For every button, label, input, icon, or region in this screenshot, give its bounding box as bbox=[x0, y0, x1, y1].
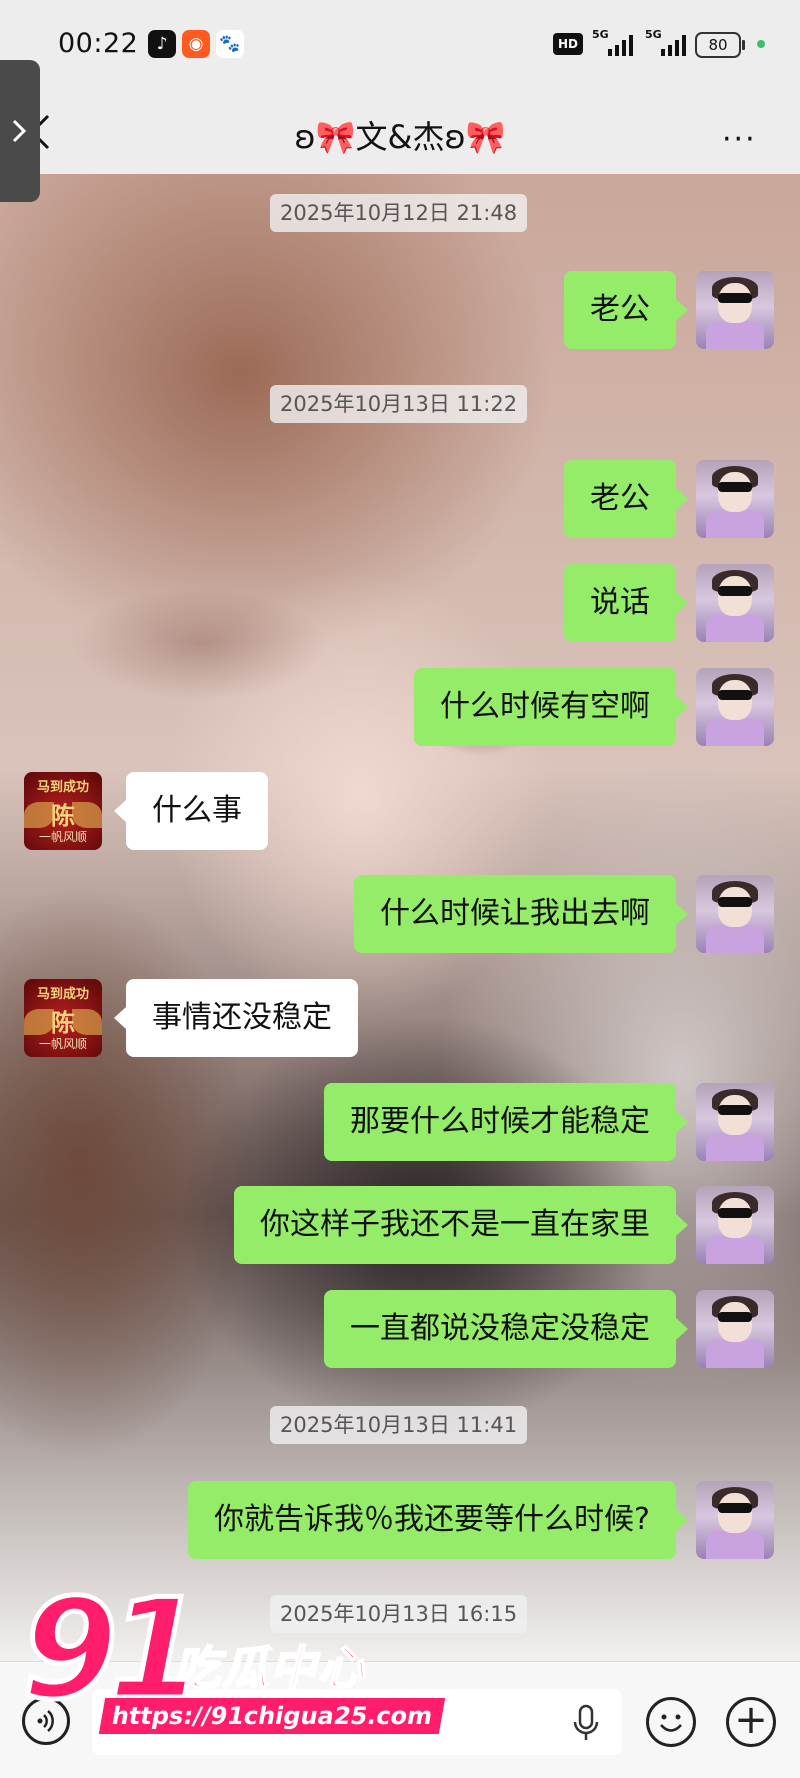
more-options-button[interactable]: ··· bbox=[722, 122, 757, 157]
avatar-text-top: 马到成功 bbox=[36, 780, 89, 795]
signal-bars-1-icon bbox=[608, 34, 633, 56]
douyin-icon: ♪ bbox=[148, 30, 176, 58]
avatar-text-bottom: 一帆风顺 bbox=[38, 830, 87, 844]
plus-button[interactable]: + bbox=[726, 1697, 776, 1747]
message-bubble-sent[interactable]: 你就告诉我％我还要等什么时候? bbox=[188, 1481, 688, 1559]
signal-label-2: 5G bbox=[645, 28, 662, 41]
message-bubble-sent[interactable]: 你这样子我还不是一直在家里 bbox=[234, 1186, 688, 1264]
message-bubble-sent[interactable]: 什么时候有空啊 bbox=[414, 668, 688, 746]
side-back-tab[interactable] bbox=[0, 60, 40, 202]
my-avatar[interactable] bbox=[696, 1083, 774, 1161]
message-bubble-sent[interactable]: 老公 bbox=[564, 271, 688, 349]
avatar-text-bottom: 一帆风顺 bbox=[38, 1037, 87, 1051]
chat-header: ʚ🎀文&杰ʚ🎀 ··· bbox=[0, 92, 800, 174]
site-watermark: 91 吃瓜中心 https://91chigua25.com bbox=[19, 1577, 446, 1740]
avatar-text-middle: 陈 bbox=[51, 1009, 75, 1037]
message-bubble-received[interactable]: 什么事 bbox=[114, 772, 268, 850]
my-avatar[interactable] bbox=[696, 271, 774, 349]
watermark-url: https://91chigua25.com bbox=[98, 1698, 446, 1734]
chat-title: ʚ🎀文&杰ʚ🎀 bbox=[294, 118, 506, 156]
chat-area[interactable]: 2025年10月12日 21:48 老公 2025年10月13日 11:22 老… bbox=[0, 174, 800, 1661]
timestamp: 2025年10月13日 11:22 bbox=[270, 385, 528, 423]
message-bubble-sent[interactable]: 说话 bbox=[564, 564, 688, 642]
status-bar: 00:22 ♪ ◉ 🐾 HD 5G 5G 80 bbox=[0, 0, 800, 92]
emoji-icon[interactable] bbox=[646, 1697, 696, 1747]
hd-badge: HD bbox=[553, 33, 583, 55]
kuaishou-icon: ◉ bbox=[182, 30, 210, 58]
baidu-icon: 🐾 bbox=[216, 30, 244, 58]
contact-avatar[interactable]: 马到成功 陈 一帆风顺 bbox=[24, 772, 102, 850]
my-avatar[interactable] bbox=[696, 1186, 774, 1264]
signal-bars-2-icon bbox=[661, 34, 686, 56]
timestamp: 2025年10月12日 21:48 bbox=[270, 194, 528, 232]
timestamp: 2025年10月13日 11:41 bbox=[270, 1406, 528, 1444]
battery-indicator: 80 bbox=[695, 32, 745, 58]
message-bubble-sent[interactable]: 一直都说没稳定没稳定 bbox=[324, 1290, 688, 1368]
message-bubble-received[interactable]: 事情还没稳定 bbox=[114, 979, 358, 1057]
message-bubble-sent[interactable]: 老公 bbox=[564, 460, 688, 538]
message-bubble-sent[interactable]: 那要什么时候才能稳定 bbox=[324, 1083, 688, 1161]
message-bubble-sent[interactable]: 什么时候让我出去啊 bbox=[354, 875, 688, 953]
avatar-text-middle: 陈 bbox=[51, 802, 75, 830]
mic-icon[interactable] bbox=[572, 1704, 600, 1742]
privacy-dot-icon bbox=[757, 40, 765, 48]
my-avatar[interactable] bbox=[696, 668, 774, 746]
my-avatar[interactable] bbox=[696, 564, 774, 642]
contact-avatar[interactable]: 马到成功 陈 一帆风顺 bbox=[24, 979, 102, 1057]
avatar-text-top: 马到成功 bbox=[36, 987, 89, 1002]
signal-label-1: 5G bbox=[592, 28, 609, 41]
my-avatar[interactable] bbox=[696, 1290, 774, 1368]
status-time: 00:22 bbox=[58, 28, 139, 59]
my-avatar[interactable] bbox=[696, 1481, 774, 1559]
my-avatar[interactable] bbox=[696, 460, 774, 538]
my-avatar[interactable] bbox=[696, 875, 774, 953]
watermark-name: 吃瓜中心 bbox=[173, 1640, 366, 1696]
chevron-right-icon bbox=[12, 119, 27, 143]
